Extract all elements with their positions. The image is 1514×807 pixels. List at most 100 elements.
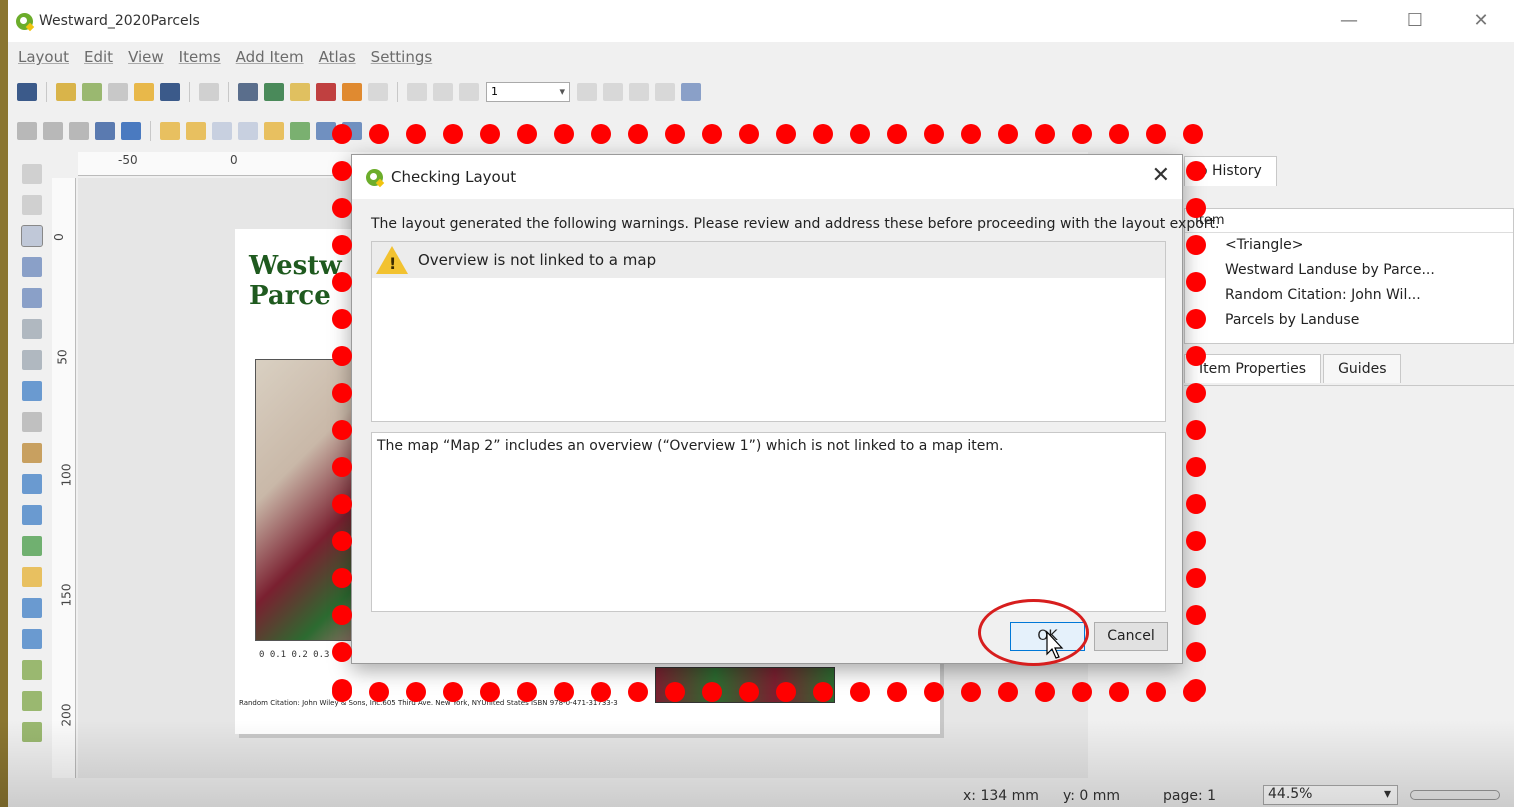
add-html-icon[interactable]: [22, 660, 42, 680]
add-polygon-icon[interactable]: [22, 629, 42, 649]
move-content-icon[interactable]: [22, 257, 42, 277]
annotation-dot: [332, 679, 352, 699]
print-icon[interactable]: [238, 83, 258, 101]
dialog-message: The layout generated the following warni…: [371, 216, 1220, 232]
zoom-out-icon[interactable]: [43, 122, 63, 140]
close-window-button[interactable]: ✕: [1448, 0, 1514, 42]
add-map-icon[interactable]: [22, 319, 42, 339]
annotation-dot: [1186, 642, 1206, 662]
pan-icon[interactable]: [22, 164, 42, 184]
menu-items[interactable]: Items: [179, 48, 221, 66]
add-marker-icon[interactable]: [22, 567, 42, 587]
add-scalebar-icon[interactable]: [22, 474, 42, 494]
add-north-arrow-icon[interactable]: [22, 505, 42, 525]
zoom-slider[interactable]: [1410, 790, 1500, 800]
new-layout-icon[interactable]: [56, 83, 76, 101]
item-tools-panel: [16, 164, 46, 753]
open-template-icon[interactable]: [134, 83, 154, 101]
last-feature-icon[interactable]: [603, 83, 623, 101]
save-template-icon[interactable]: [160, 83, 180, 101]
export-image-icon[interactable]: [264, 83, 284, 101]
annotation-dot: [998, 124, 1018, 144]
warning-item[interactable]: Overview is not linked to a map: [372, 242, 1165, 278]
align-items-icon[interactable]: [290, 122, 310, 140]
annotation-dot: [332, 605, 352, 625]
atlas-settings-icon[interactable]: [681, 83, 701, 101]
annotation-dot: [332, 642, 352, 662]
annotation-dot: [1186, 235, 1206, 255]
lower-items-icon[interactable]: [186, 122, 206, 140]
lock-items-icon[interactable]: [264, 122, 284, 140]
menu-edit[interactable]: Edit: [84, 48, 113, 66]
zoom-in-icon[interactable]: [17, 122, 37, 140]
annotation-dot: [1109, 124, 1129, 144]
menu-view[interactable]: View: [128, 48, 164, 66]
warnings-list: Overview is not linked to a map: [371, 241, 1166, 422]
export-atlas-icon[interactable]: [655, 83, 675, 101]
zoom-level-select[interactable]: 44.5%: [1263, 785, 1398, 805]
menu-add-item[interactable]: Add Item: [236, 48, 304, 66]
annotation-dot: [332, 161, 352, 181]
zoom-tool-icon[interactable]: [22, 195, 42, 215]
annotation-dot: [1186, 605, 1206, 625]
duplicate-layout-icon[interactable]: [82, 83, 102, 101]
atlas-page-select[interactable]: 1: [486, 82, 570, 102]
raise-items-icon[interactable]: [160, 122, 180, 140]
export-pdf-icon[interactable]: [316, 83, 336, 101]
add-picture-icon[interactable]: [22, 381, 42, 401]
window-title: Westward_2020Parcels: [39, 13, 200, 29]
tab-guides[interactable]: Guides: [1323, 354, 1402, 383]
item-properties-panel: [1184, 385, 1514, 765]
map-title[interactable]: Westw Parce: [249, 251, 342, 311]
add-polyline-icon[interactable]: [22, 598, 42, 618]
layout-manager-icon[interactable]: [108, 83, 128, 101]
annotation-dot: [1186, 272, 1206, 292]
page-setup-icon[interactable]: [199, 83, 219, 101]
annotation-dot: [1186, 679, 1206, 699]
select-move-icon[interactable]: [21, 225, 43, 247]
list-item[interactable]: <Triangle>: [1185, 233, 1513, 258]
list-item[interactable]: Random Citation: John Wil...: [1185, 283, 1513, 308]
scalebar[interactable]: 0 0.1 0.2 0.3 0: [259, 650, 340, 660]
annotation-dot: [1186, 531, 1206, 551]
add-3d-map-icon[interactable]: [22, 350, 42, 370]
list-item[interactable]: Parcels by Landuse: [1185, 308, 1513, 333]
next-feature-icon[interactable]: [577, 83, 597, 101]
add-label-icon[interactable]: [22, 412, 42, 432]
ungroup-items-icon[interactable]: [238, 122, 258, 140]
add-legend-icon[interactable]: [22, 443, 42, 463]
menu-settings[interactable]: Settings: [371, 48, 433, 66]
zoom-100-icon[interactable]: [69, 122, 89, 140]
first-feature-icon[interactable]: [433, 83, 453, 101]
annotation-dot: [1072, 682, 1092, 702]
list-item[interactable]: Westward Landuse by Parce...: [1185, 258, 1513, 283]
group-items-icon[interactable]: [212, 122, 232, 140]
minimize-button[interactable]: —: [1316, 0, 1382, 42]
undo-icon[interactable]: [342, 83, 362, 101]
add-fixed-table-icon[interactable]: [22, 722, 42, 742]
export-svg-icon[interactable]: [290, 83, 310, 101]
refresh-icon[interactable]: [121, 122, 141, 140]
save-icon[interactable]: [17, 83, 37, 101]
edit-nodes-icon[interactable]: [22, 288, 42, 308]
annotation-dot: [813, 124, 833, 144]
annotation-dot: [961, 682, 981, 702]
add-shape-icon[interactable]: [22, 536, 42, 556]
zoom-full-icon[interactable]: [95, 122, 115, 140]
cancel-button[interactable]: Cancel: [1094, 622, 1168, 651]
vertical-ruler: 0 50 100 150 200: [52, 178, 76, 778]
maximize-button[interactable]: ☐: [1382, 0, 1448, 42]
redo-icon[interactable]: [368, 83, 388, 101]
items-list: Item <Triangle> Westward Landuse by Parc…: [1184, 208, 1514, 344]
menu-layout[interactable]: Layout: [18, 48, 69, 66]
atlas-preview-icon[interactable]: [407, 83, 427, 101]
menu-atlas[interactable]: Atlas: [319, 48, 356, 66]
print-atlas-icon[interactable]: [629, 83, 649, 101]
annotation-dot: [480, 682, 500, 702]
annotation-dot: [850, 682, 870, 702]
toolbar-separator: [150, 121, 151, 141]
dialog-close-button[interactable]: ✕: [1152, 163, 1170, 188]
annotation-dot: [1186, 568, 1206, 588]
previous-feature-icon[interactable]: [459, 83, 479, 101]
add-attribute-table-icon[interactable]: [22, 691, 42, 711]
